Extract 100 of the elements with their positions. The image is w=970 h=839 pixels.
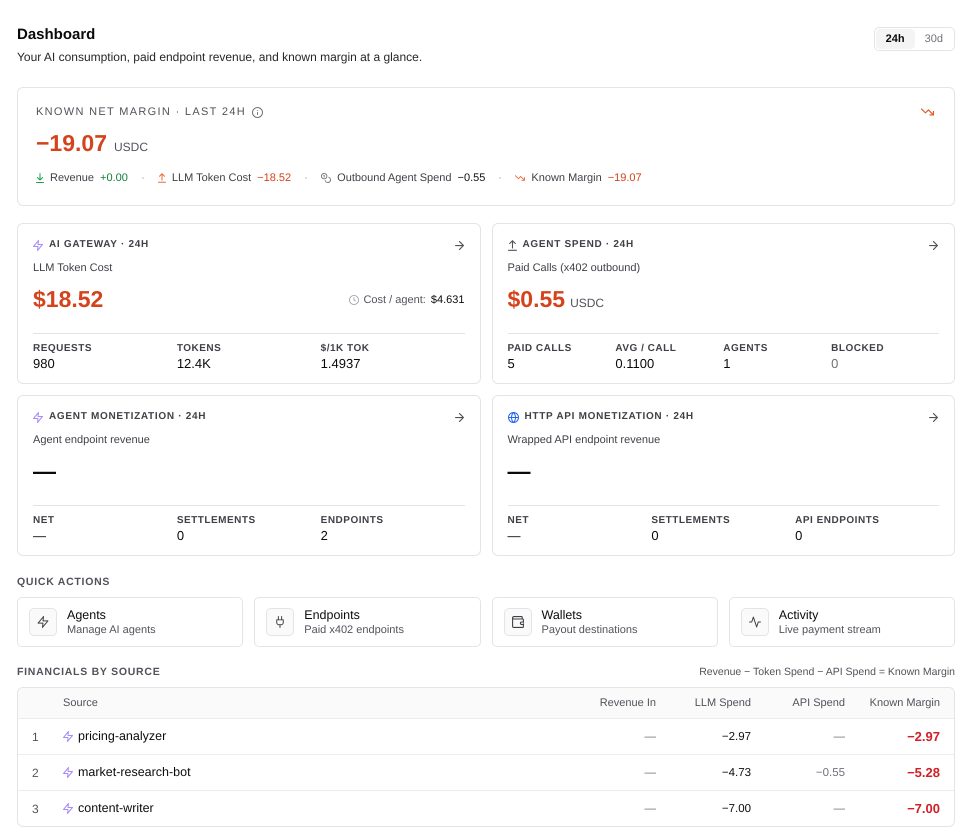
stat-label: TOKENS [176, 342, 222, 355]
lightning-icon [33, 240, 43, 250]
quick-action-title: Wallets [542, 608, 582, 622]
card-value: — [33, 457, 56, 486]
column-header: Known Margin [868, 696, 940, 710]
arrow-right-icon[interactable] [454, 240, 464, 250]
quick-action-link[interactable]: Wallets Payout destinations [492, 597, 718, 647]
lightning-icon [29, 608, 57, 636]
table-cell-text: — [832, 730, 845, 744]
breakdown-label: Revenue [50, 171, 94, 186]
card-title: HTTP API MONETIZATION · 24H [524, 410, 694, 424]
stat-label: AVG / CALL [615, 342, 676, 355]
globe-icon [508, 412, 518, 422]
section-title: FINANCIALS BY SOURCE [17, 665, 160, 679]
table-cell-text: −0.55 [814, 766, 845, 780]
quick-action-title: Agents [67, 608, 106, 622]
trend-down-icon [515, 175, 526, 181]
stat-value: 0 [651, 528, 659, 543]
breakdown-value: −19.07 [608, 171, 642, 186]
quick-action-link[interactable]: Activity Live payment stream [728, 597, 955, 647]
breakdown-label: LLM Token Cost [172, 171, 252, 186]
stat-label: ENDPOINTS [320, 514, 384, 527]
margin-formula: Revenue − Token Spend − API Spend = Known Margin [699, 665, 955, 679]
table-cell-text: −5.28 [906, 765, 940, 780]
upload-arrow-icon [508, 240, 516, 250]
plug-icon [266, 608, 294, 636]
table-cell-text: −7.00 [906, 801, 940, 816]
margin-label: KNOWN NET MARGIN · LAST 24H [36, 105, 246, 120]
arrow-right-icon[interactable] [929, 240, 938, 250]
download-arrow-icon [36, 173, 44, 183]
quick-action-description: Live payment stream [778, 622, 881, 636]
card-title: AGENT MONETIZATION · 24H [49, 410, 206, 424]
info-icon [252, 106, 264, 118]
card-subtitle: Wrapped API endpoint revenue [508, 433, 660, 447]
range-tab[interactable]: 24h [876, 29, 915, 49]
stat-value: 1 [723, 356, 730, 371]
row-number: 2 [31, 766, 40, 780]
lightning-icon [63, 803, 73, 814]
table-cell-text: — [644, 766, 656, 780]
row-number: 3 [31, 802, 40, 816]
card-value: — [508, 457, 530, 486]
breakdown-value: −0.55 [458, 171, 486, 186]
stat-value: 2 [320, 528, 328, 543]
card-subtitle: Agent endpoint revenue [33, 433, 150, 447]
stat-value: 0 [795, 528, 802, 543]
currency-unit: USDC [570, 295, 604, 311]
stat-value: 980 [33, 356, 55, 371]
breakdown-label: Known Margin [531, 171, 602, 186]
page-title: Dashboard [17, 26, 96, 44]
page-subtitle: Your AI consumption, paid endpoint revenue, and known margin at a glance. [17, 49, 422, 65]
quick-action-link[interactable]: Endpoints Paid x402 endpoints [254, 597, 480, 647]
stat-value: 0 [831, 356, 838, 371]
stat-label: NET [33, 514, 54, 527]
arrow-right-icon[interactable] [454, 412, 464, 422]
card-value: $0.55 [508, 285, 566, 314]
source-name: market-research-bot [78, 765, 191, 780]
trend-down-icon [921, 108, 934, 116]
source-name: pricing-analyzer [78, 729, 166, 744]
stat-value: 1.4937 [320, 356, 360, 371]
stat-label: NET [508, 514, 529, 527]
section-title: QUICK ACTIONS [17, 575, 110, 589]
quick-action-title: Activity [778, 608, 818, 622]
stat-label: SETTLEMENTS [651, 514, 730, 527]
card-title: AI GATEWAY · 24H [49, 238, 149, 252]
clock-icon [349, 295, 360, 305]
card-subtitle: LLM Token Cost [33, 261, 112, 275]
lightning-icon [63, 767, 73, 778]
source-name: content-writer [78, 801, 154, 816]
stat-value: 12.4K [176, 356, 211, 371]
card-title: AGENT SPEND · 24H [522, 238, 634, 252]
table-cell-text: −2.97 [906, 729, 940, 744]
quick-action-title: Endpoints [304, 608, 360, 622]
stat-label: SETTLEMENTS [176, 514, 256, 527]
card-subtitle: Paid Calls (x402 outbound) [508, 261, 640, 275]
cost-per-agent-label: Cost / agent: [363, 293, 426, 307]
quick-action-link[interactable]: Agents Manage AI agents [17, 597, 244, 647]
arrow-right-icon[interactable] [929, 412, 938, 422]
stat-label: PAID CALLS [508, 342, 572, 355]
wallet-icon [504, 608, 532, 636]
column-header: Source [63, 696, 99, 710]
quick-action-description: Paid x402 endpoints [304, 622, 404, 636]
row-number: 1 [31, 730, 40, 744]
breakdown-label: Outbound Agent Spend [337, 171, 452, 186]
table-cell-text: — [832, 802, 845, 816]
lightning-icon [33, 412, 43, 422]
stat-label: API ENDPOINTS [795, 514, 880, 527]
column-header: Revenue In [598, 696, 656, 710]
stat-label: $/1K TOK [320, 342, 370, 355]
table-cell-text: −7.00 [720, 802, 751, 816]
lightning-icon [63, 731, 73, 742]
table-cell-text: −4.73 [720, 766, 751, 780]
upload-arrow-icon [158, 173, 166, 183]
table-cell-text: — [644, 802, 656, 816]
quick-action-description: Payout destinations [542, 622, 638, 636]
currency-unit: USDC [114, 139, 148, 155]
stat-value: 5 [508, 356, 515, 371]
stat-value: — [33, 528, 46, 543]
stat-value: 0 [176, 528, 184, 543]
column-header: API Spend [791, 696, 845, 710]
stat-label: REQUESTS [33, 342, 92, 355]
